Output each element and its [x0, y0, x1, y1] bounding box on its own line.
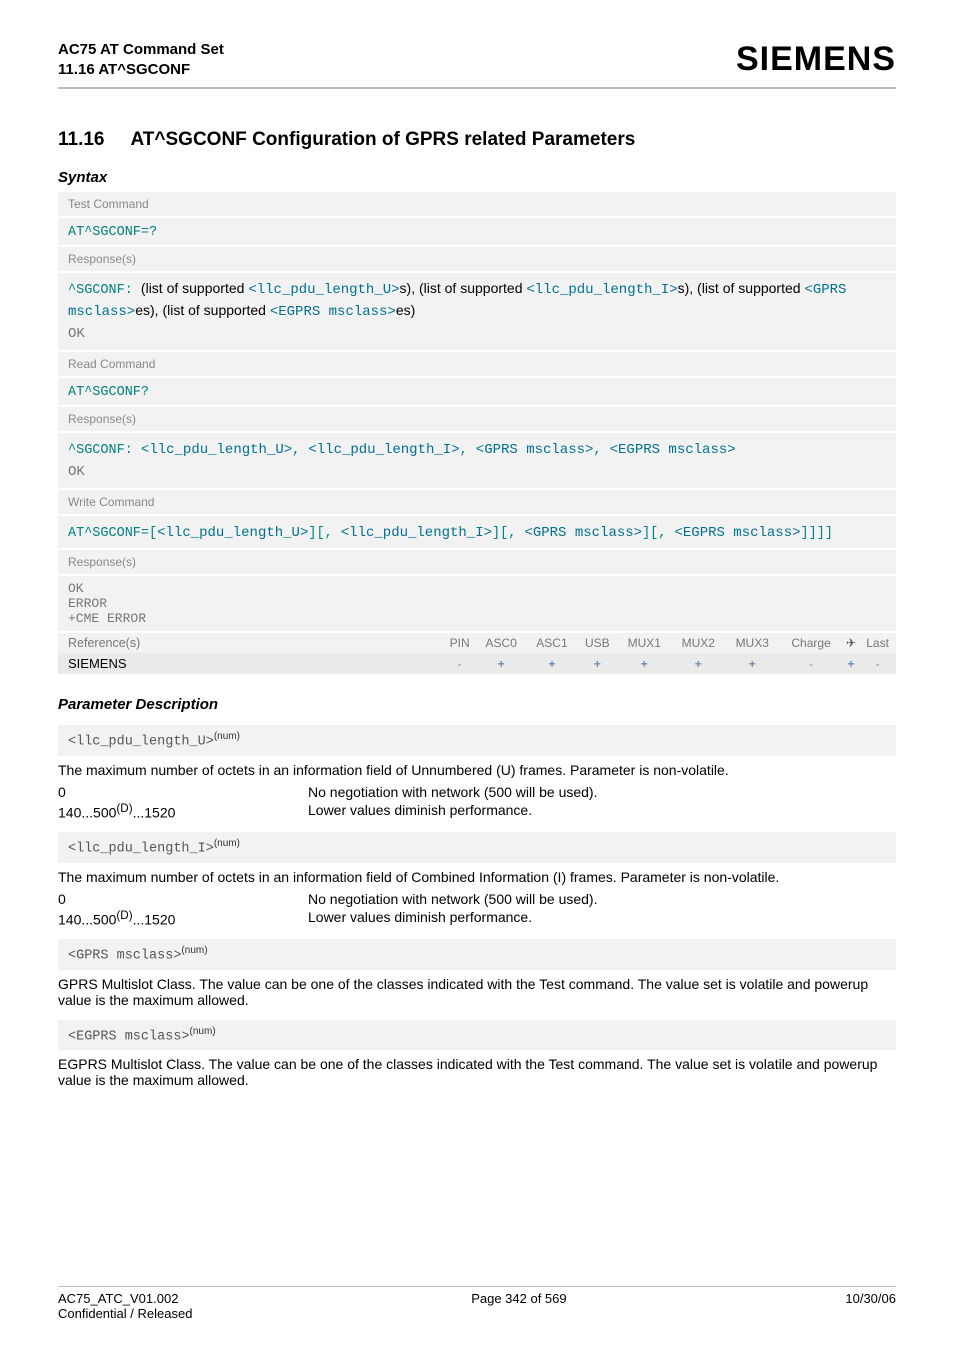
col-mux1: MUX1 — [617, 633, 671, 653]
sep: , — [292, 443, 308, 458]
write-response-label: Response(s) — [58, 550, 896, 574]
param-link-u[interactable]: <llc_pdu_length_U> — [248, 282, 399, 298]
col-asc1: ASC1 — [527, 633, 578, 653]
sep: , — [460, 443, 476, 458]
val-text: No negotiation with network (500 will be… — [308, 784, 598, 800]
read-command-label: Read Command — [58, 352, 896, 376]
header-left: AC75 AT Command Set 11.16 AT^SGCONF — [58, 40, 224, 81]
doc-title: AC75 AT Command Set — [58, 40, 224, 60]
write-prefix: AT^SGCONF= — [68, 526, 149, 541]
cell: - — [779, 653, 843, 674]
param-link-egprs[interactable]: <EGPRS msclass> — [270, 304, 396, 320]
ok-text: OK — [68, 326, 85, 342]
param-u-row1: 0 No negotiation with network (500 will … — [58, 784, 896, 800]
col-asc0: ASC0 — [476, 633, 527, 653]
txt: es), (list of supported — [135, 302, 270, 318]
param-link-gprs[interactable]: <GPRS msclass> — [476, 442, 594, 458]
param-link-i[interactable]: <llc_pdu_length_I> — [308, 442, 459, 458]
references-label: Reference(s) — [58, 633, 443, 653]
section-heading: AT^SGCONF Configuration of GPRS related … — [131, 129, 636, 150]
val-key: 0 — [58, 784, 308, 800]
param-link-egprs[interactable]: <EGPRS msclass> — [610, 442, 736, 458]
col-usb: USB — [577, 633, 617, 653]
param-i-desc: The maximum number of octets in an infor… — [58, 869, 896, 885]
param-gprs-desc: GPRS Multislot Class. The value can be o… — [58, 976, 896, 1008]
param-egprs-name: <EGPRS msclass>(num) — [58, 1020, 896, 1051]
page-footer: AC75_ATC_V01.002 Confidential / Released… — [58, 1286, 896, 1321]
param-egprs-desc: EGPRS Multislot Class. The value can be … — [58, 1056, 896, 1088]
sep: , — [593, 443, 609, 458]
footer-center: Page 342 of 569 — [471, 1291, 566, 1321]
section-title: 11.16 AT^SGCONF Configuration of GPRS rel… — [58, 129, 896, 151]
footer-left: AC75_ATC_V01.002 Confidential / Released — [58, 1291, 192, 1321]
param-i-name: <llc_pdu_length_I>(num) — [58, 832, 896, 863]
param-u-desc: The maximum number of octets in an infor… — [58, 762, 896, 778]
txt: s), (list of supported — [678, 280, 805, 296]
cell: - — [859, 653, 896, 674]
val-text: Lower values diminish performance. — [308, 802, 532, 821]
section-number: 11.16 — [58, 129, 105, 151]
test-command: AT^SGCONF=? — [68, 225, 157, 240]
val-key: 0 — [58, 891, 308, 907]
cell: + — [671, 653, 725, 674]
page-header: AC75 AT Command Set 11.16 AT^SGCONF SIEM… — [58, 40, 896, 89]
write-response-body: OK ERROR +CME ERROR — [58, 576, 896, 631]
syntax-label: Syntax — [58, 169, 896, 186]
reference-matrix: Reference(s) PIN ASC0 ASC1 USB MUX1 MUX2… — [58, 633, 896, 674]
col-pin: PIN — [443, 633, 475, 653]
read-response-label: Response(s) — [58, 407, 896, 431]
write-command-label: Write Command — [58, 490, 896, 514]
param-gprs-name: <GPRS msclass>(num) — [58, 939, 896, 970]
param-link-i[interactable]: <llc_pdu_length_I> — [526, 282, 677, 298]
read-command: AT^SGCONF? — [68, 385, 149, 400]
txt: es) — [396, 302, 415, 318]
param-desc-heading: Parameter Description — [58, 696, 896, 713]
val-key: 140...500(D)...1520 — [58, 909, 308, 928]
param-i-row2: 140...500(D)...1520 Lower values diminis… — [58, 909, 896, 928]
cell: - — [443, 653, 475, 674]
doc-sub: 11.16 AT^SGCONF — [58, 60, 224, 80]
col-mux3: MUX3 — [725, 633, 779, 653]
param-link-i[interactable]: <llc_pdu_length_I> — [341, 525, 492, 541]
col-last: Last — [859, 633, 896, 653]
test-response-body: ^SGCONF: (list of supported <llc_pdu_len… — [58, 273, 896, 350]
param-link-egprs[interactable]: <EGPRS msclass> — [674, 525, 800, 541]
col-mux2: MUX2 — [671, 633, 725, 653]
resp-prefix: ^SGCONF: — [68, 443, 141, 458]
test-response-label: Response(s) — [58, 247, 896, 271]
col-airplane-icon: ✈ — [843, 633, 859, 653]
cell: + — [476, 653, 527, 674]
txt: (list of supported — [141, 280, 248, 296]
footer-right: 10/30/06 — [845, 1291, 896, 1321]
param-u-name: <llc_pdu_length_U>(num) — [58, 725, 896, 756]
cell: + — [527, 653, 578, 674]
txt: s), (list of supported — [400, 280, 527, 296]
ok-text: OK — [68, 581, 886, 596]
cell: + — [843, 653, 859, 674]
cell: + — [617, 653, 671, 674]
val-text: No negotiation with network (500 will be… — [308, 891, 598, 907]
val-key: 140...500(D)...1520 — [58, 802, 308, 821]
param-link-u[interactable]: <llc_pdu_length_U> — [157, 525, 308, 541]
param-link-gprs[interactable]: <GPRS msclass> — [524, 525, 642, 541]
write-command-body: AT^SGCONF=[<llc_pdu_length_U>][, <llc_pd… — [58, 516, 896, 549]
error-text: ERROR — [68, 596, 886, 611]
vendor-name: SIEMENS — [58, 653, 443, 674]
cell: + — [577, 653, 617, 674]
param-link-u[interactable]: <llc_pdu_length_U> — [141, 442, 292, 458]
resp-prefix: ^SGCONF: — [68, 283, 141, 298]
cell: + — [725, 653, 779, 674]
ok-text: OK — [68, 464, 85, 480]
brand-logo: SIEMENS — [736, 40, 896, 79]
col-charge: Charge — [779, 633, 843, 653]
cme-error-text: +CME ERROR — [68, 611, 886, 626]
param-u-row2: 140...500(D)...1520 Lower values diminis… — [58, 802, 896, 821]
param-i-row1: 0 No negotiation with network (500 will … — [58, 891, 896, 907]
val-text: Lower values diminish performance. — [308, 909, 532, 928]
read-response-body: ^SGCONF: <llc_pdu_length_U>, <llc_pdu_le… — [58, 433, 896, 488]
test-command-label: Test Command — [58, 192, 896, 216]
